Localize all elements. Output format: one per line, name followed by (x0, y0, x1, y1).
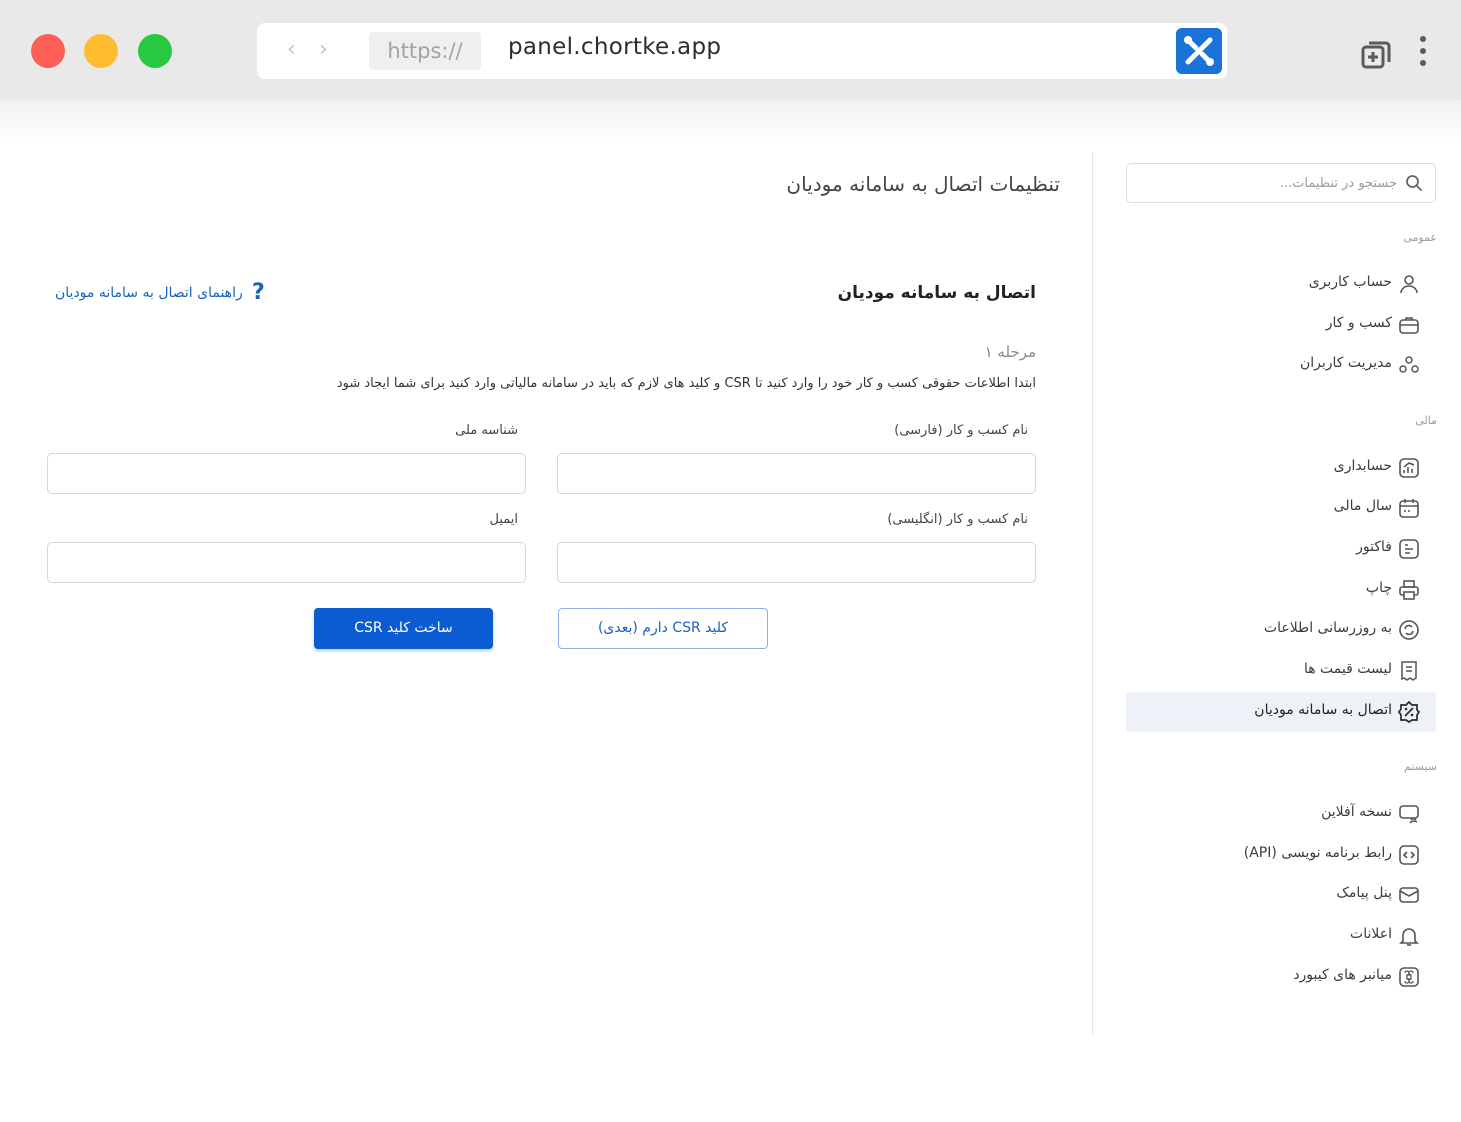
app-logo-icon[interactable] (1176, 28, 1222, 74)
sidebar-item-label: مدیریت کاربران (1299, 355, 1392, 371)
printer-icon (1399, 580, 1419, 600)
minimize-window-button[interactable] (84, 34, 118, 68)
sidebar-item-label: حسابداری (1333, 458, 1392, 474)
email-field[interactable] (47, 542, 526, 583)
sidebar-item-user-account[interactable]: حساب کاربری (1126, 264, 1436, 304)
new-tab-icon[interactable] (1361, 40, 1391, 70)
sidebar-item-label: رابط برنامه نویسی (API) (1243, 845, 1392, 861)
sidebar-item-label: سال مالی (1333, 498, 1392, 514)
sidebar-item-business[interactable]: کسب و کار (1126, 305, 1436, 345)
business-name-fa-label: نام کسب و کار (فارسی) (894, 423, 1028, 438)
sidebar-item-sms-panel[interactable]: پنل پیامک (1126, 875, 1436, 915)
sidebar-item-label: فاکتور (1356, 539, 1392, 555)
page-title: تنظیمات اتصال به سامانه مودیان (786, 172, 1060, 196)
command-icon (1399, 967, 1419, 987)
chart-icon (1399, 458, 1419, 478)
sidebar-item-data-refresh[interactable]: به روزرسانی اطلاعات (1126, 610, 1436, 650)
sidebar-item-api[interactable]: رابط برنامه نویسی (API) (1126, 835, 1436, 875)
sidebar-item-label: حساب کاربری (1308, 274, 1392, 290)
sidebar-item-label: میانبر های کیبورد (1293, 967, 1392, 983)
tax-percent-icon (1398, 701, 1420, 723)
guide-link[interactable]: راهنمای اتصال به سامانه مودیان (55, 285, 243, 301)
sidebar-item-user-management[interactable]: مدیریت کاربران (1126, 345, 1436, 385)
sidebar-item-label: پنل پیامک (1336, 885, 1392, 901)
sidebar-item-accounting[interactable]: حسابداری (1126, 448, 1436, 488)
step-description: ابتدا اطلاعات حقوقی کسب و کار خود را وار… (336, 376, 1036, 391)
offline-icon (1399, 805, 1419, 824)
invoice-icon (1399, 539, 1419, 559)
back-arrow-icon[interactable]: ‹ (287, 37, 296, 62)
email-input[interactable] (48, 543, 525, 582)
sidebar-section-financial: مالی (1415, 414, 1437, 427)
have-csr-next-button[interactable]: کلید CSR دارم (بعدی) (558, 608, 768, 649)
refresh-icon (1399, 620, 1419, 640)
api-icon (1399, 845, 1419, 865)
sidebar-section-general: عمومی (1403, 231, 1437, 244)
panel-divider (1092, 152, 1093, 1036)
browser-chrome: ‹ › https:// panel.chortke.app (0, 0, 1461, 100)
section-heading: اتصال به سامانه مودیان (837, 283, 1036, 303)
create-csr-button[interactable]: ساخت کلید CSR (314, 608, 493, 649)
url-host[interactable]: panel.chortke.app (508, 34, 721, 60)
business-name-en-label: نام کسب و کار (انگلیسی) (887, 512, 1028, 527)
sidebar-item-label: کسب و کار (1325, 315, 1392, 331)
sidebar-item-invoice[interactable]: فاکتور (1126, 529, 1436, 569)
sms-icon (1399, 887, 1419, 903)
national-id-label: شناسه ملی (455, 423, 518, 438)
business-name-fa-field[interactable] (557, 453, 1036, 494)
briefcase-icon (1399, 317, 1419, 334)
users-icon (1399, 356, 1419, 373)
user-icon (1400, 275, 1418, 294)
maximize-window-button[interactable] (138, 34, 172, 68)
sidebar-item-label: لیست قیمت ها (1303, 661, 1392, 677)
forward-arrow-icon[interactable]: › (319, 37, 328, 62)
calendar-icon (1399, 499, 1419, 518)
sidebar-item-label: اعلانات (1350, 926, 1392, 942)
sidebar-item-price-lists[interactable]: لیست قیمت ها (1126, 651, 1436, 691)
sidebar-item-tax-system-connection[interactable]: اتصال به سامانه مودیان (1126, 692, 1436, 732)
sidebar-item-offline-version[interactable]: نسخه آفلاین (1126, 794, 1436, 834)
sidebar-section-system: سیستم (1404, 760, 1437, 773)
settings-search-input[interactable] (1135, 168, 1397, 198)
search-icon (1406, 175, 1422, 191)
sidebar-item-label: چاپ (1365, 580, 1392, 596)
business-name-en-field[interactable] (557, 542, 1036, 583)
step-label: مرحله ۱ (984, 343, 1036, 361)
sidebar-item-print[interactable]: چاپ (1126, 570, 1436, 610)
chrome-shadow (0, 100, 1461, 140)
business-name-en-input[interactable] (558, 543, 1035, 582)
sidebar-item-label: نسخه آفلاین (1321, 804, 1392, 820)
business-name-fa-input[interactable] (558, 454, 1035, 493)
address-bar[interactable]: ‹ › https:// panel.chortke.app (257, 23, 1227, 79)
help-icon[interactable]: ? (252, 280, 265, 305)
national-id-field[interactable] (47, 453, 526, 494)
price-list-icon (1401, 661, 1417, 681)
sidebar-item-keyboard-shortcuts[interactable]: میانبر های کیبورد (1126, 957, 1436, 997)
email-label: ایمیل (489, 512, 518, 527)
bell-icon (1399, 928, 1419, 946)
sidebar-item-fiscal-year[interactable]: سال مالی (1126, 488, 1436, 528)
sidebar-item-notifications[interactable]: اعلانات (1126, 916, 1436, 956)
sidebar-item-label: اتصال به سامانه مودیان (1254, 702, 1392, 718)
url-scheme: https:// (369, 32, 481, 70)
close-window-button[interactable] (31, 34, 65, 68)
national-id-input[interactable] (48, 454, 525, 493)
sidebar-item-label: به روزرسانی اطلاعات (1263, 620, 1392, 636)
browser-menu-icon[interactable] (1413, 36, 1433, 72)
settings-search[interactable] (1126, 163, 1436, 203)
